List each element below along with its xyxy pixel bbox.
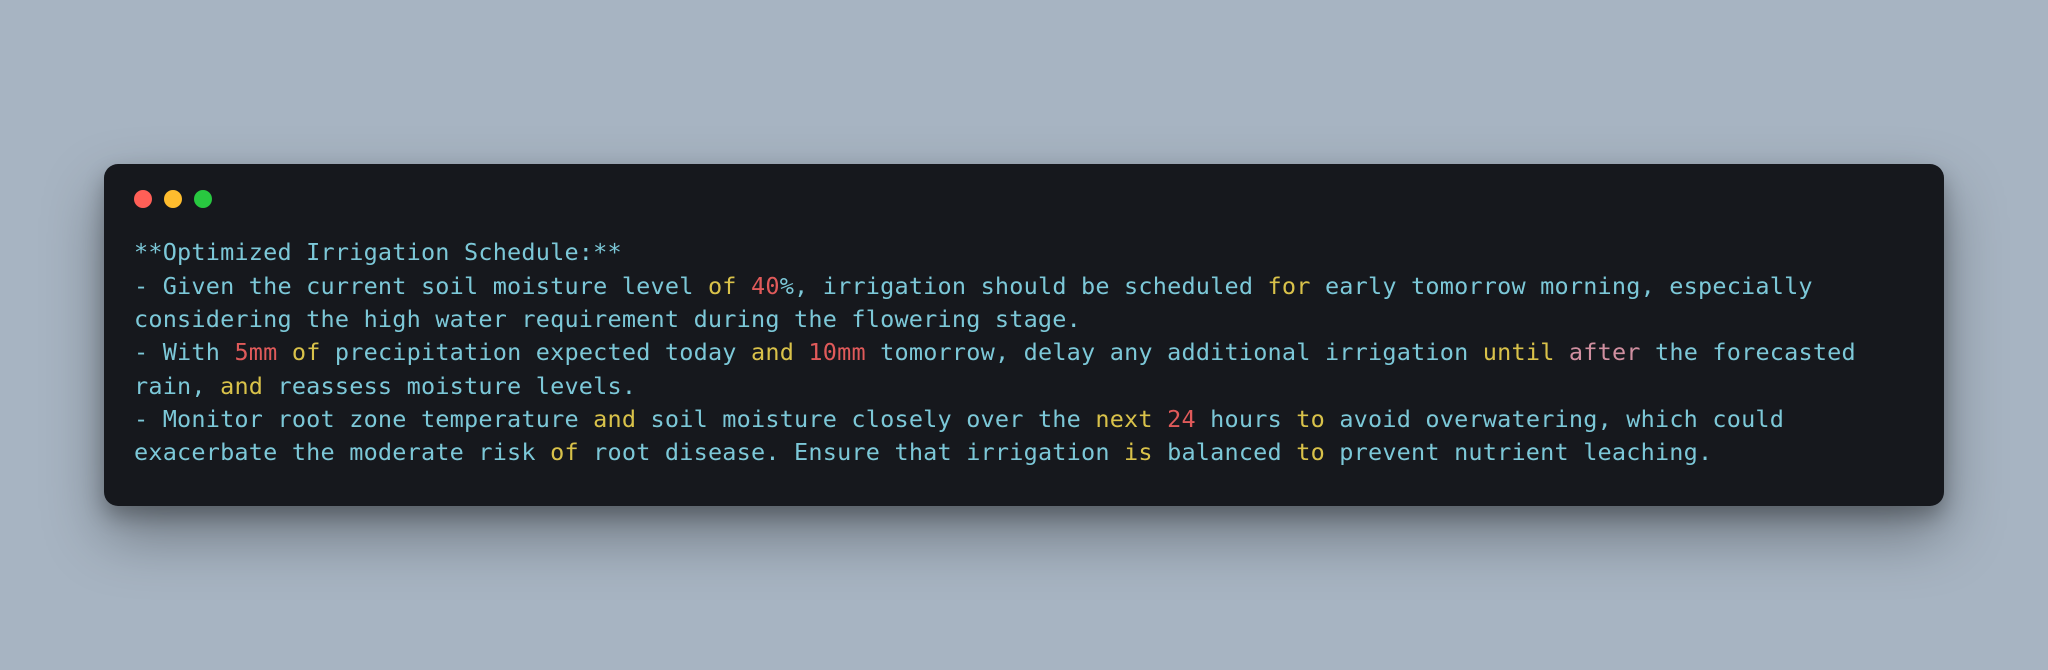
code-token: until	[1483, 338, 1555, 366]
code-token: next	[1095, 405, 1152, 433]
code-token: - With	[134, 338, 234, 366]
code-token	[1153, 405, 1167, 433]
traffic-lights	[134, 190, 1914, 208]
code-token: %, irrigation should be scheduled	[780, 272, 1268, 300]
maximize-icon[interactable]	[194, 190, 212, 208]
code-token: is	[1124, 438, 1153, 466]
close-icon[interactable]	[134, 190, 152, 208]
code-token: hours	[1196, 405, 1296, 433]
code-token	[794, 338, 808, 366]
code-token: of	[550, 438, 579, 466]
code-token: 24	[1167, 405, 1196, 433]
code-token: root disease. Ensure that irrigation	[579, 438, 1124, 466]
code-token: soil moisture closely over the	[636, 405, 1095, 433]
code-token: - Monitor root zone temperature	[134, 405, 593, 433]
code-token: balanced	[1153, 438, 1296, 466]
code-token: after	[1569, 338, 1641, 366]
code-window: **Optimized Irrigation Schedule:** - Giv…	[104, 164, 1944, 506]
code-token	[737, 272, 751, 300]
code-content: **Optimized Irrigation Schedule:** - Giv…	[134, 236, 1914, 470]
code-token: and	[751, 338, 794, 366]
code-token: tomorrow, delay any additional irrigatio…	[866, 338, 1483, 366]
code-token: - Given the current soil moisture level	[134, 272, 708, 300]
code-token: prevent nutrient leaching.	[1325, 438, 1712, 466]
code-token: 10mm	[808, 338, 865, 366]
code-token: and	[220, 372, 263, 400]
code-token: 40	[751, 272, 780, 300]
code-token: of	[292, 338, 321, 366]
code-token: and	[593, 405, 636, 433]
code-token: reassess moisture levels.	[263, 372, 636, 400]
code-token: precipitation expected today	[321, 338, 751, 366]
code-token: 5mm	[234, 338, 277, 366]
code-token: to	[1296, 438, 1325, 466]
code-token: for	[1268, 272, 1311, 300]
code-token	[277, 338, 291, 366]
code-token: **Optimized Irrigation Schedule:**	[134, 238, 622, 266]
code-token: of	[708, 272, 737, 300]
minimize-icon[interactable]	[164, 190, 182, 208]
code-token	[1555, 338, 1569, 366]
code-token: to	[1296, 405, 1325, 433]
